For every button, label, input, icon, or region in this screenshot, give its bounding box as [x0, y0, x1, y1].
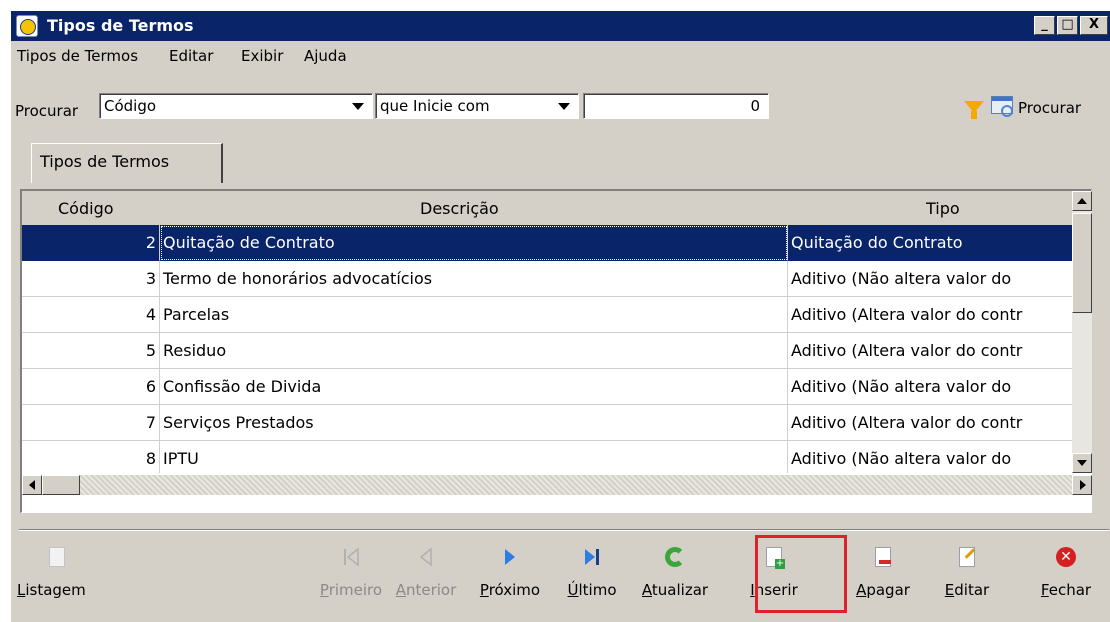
cell-tipo: Aditivo (Não altera valor do: [788, 369, 1072, 405]
cell-tipo: Aditivo (Altera valor do contr: [788, 333, 1072, 369]
cell-descricao: Residuo: [160, 333, 788, 369]
search-query-input[interactable]: 0: [583, 93, 769, 119]
atualizar-button[interactable]: Atualizar: [631, 537, 719, 611]
app-icon: [16, 15, 38, 37]
cell-descricao: Confissão de Divida: [160, 369, 788, 405]
editar-label: Editar: [944, 581, 990, 599]
minimize-button[interactable]: _: [1034, 16, 1055, 35]
column-header-descricao[interactable]: Descrição: [420, 199, 499, 218]
cell-descricao: IPTU: [160, 441, 788, 473]
cell-tipo: Aditivo (Não altera valor do: [788, 441, 1072, 473]
cell-descricao: Parcelas: [160, 297, 788, 333]
fechar-button[interactable]: ✕ Fechar: [1031, 537, 1101, 611]
skip-last-icon: [582, 547, 602, 567]
apagar-button[interactable]: Apagar: [849, 537, 917, 611]
table-row[interactable]: 4 Parcelas Aditivo (Altera valor do contr: [22, 297, 1072, 333]
grid-header: Código Descrição Tipo: [22, 191, 1072, 225]
cell-tipo: Aditivo (Não altera valor do: [788, 261, 1072, 297]
funnel-icon[interactable]: [964, 101, 984, 119]
next-icon: [500, 547, 520, 567]
search-field-value: Código: [104, 97, 157, 115]
ultimo-label: Último: [567, 581, 617, 599]
search-window-icon: [991, 96, 1013, 117]
menu-ajuda[interactable]: Ajuda: [304, 47, 347, 65]
chevron-down-icon: [558, 103, 570, 110]
vertical-scrollbar[interactable]: [1072, 191, 1092, 473]
atualizar-label: Atualizar: [641, 581, 709, 599]
refresh-icon: [665, 547, 685, 567]
menu-tipos-de-termos[interactable]: Tipos de Termos: [17, 47, 138, 65]
table-row[interactable]: 6 Confissão de Divida Aditivo (Não altera …: [22, 369, 1072, 405]
tab-tipos-de-termos[interactable]: Tipos de Termos: [31, 143, 223, 183]
column-header-codigo[interactable]: Código: [58, 199, 114, 218]
bottom-toolbar: Listagem Primeiro Anterior Próximo Últim…: [11, 535, 1110, 615]
ultimo-button[interactable]: Último: [559, 537, 625, 611]
listagem-label: Listagem: [17, 581, 86, 599]
cell-codigo: 8: [22, 441, 160, 473]
toolbar-divider: [19, 529, 1109, 531]
search-button[interactable]: Procurar: [991, 93, 1101, 119]
proximo-button[interactable]: Próximo: [471, 537, 549, 611]
cell-descricao: Termo de honorários advocatícios: [160, 261, 788, 297]
cell-codigo: 5: [22, 333, 160, 369]
menu-exibir[interactable]: Exibir: [241, 47, 283, 65]
scroll-right-button[interactable]: [1072, 475, 1092, 495]
close-window-button[interactable]: X: [1080, 16, 1108, 35]
table-row[interactable]: 3 Termo de honorários advocatícios Aditivo…: [22, 261, 1072, 297]
delete-document-icon: [875, 547, 891, 567]
menu-editar[interactable]: Editar: [169, 47, 213, 65]
table-row[interactable]: 2 Quitação de Contrato Quitação do Contrat…: [22, 225, 1072, 261]
listagem-button[interactable]: Listagem: [11, 537, 103, 611]
inserir-highlight: [755, 535, 847, 613]
primeiro-label: Primeiro: [319, 581, 383, 599]
anterior-button[interactable]: Anterior: [388, 537, 464, 611]
skip-first-icon: [341, 547, 361, 567]
table-row[interactable]: 7 Serviços Prestados Aditivo (Altera valor…: [22, 405, 1072, 441]
report-icon: [49, 547, 65, 567]
data-grid: Código Descrição Tipo 2 Quitação de Contr…: [20, 189, 1092, 513]
fechar-label: Fechar: [1040, 581, 1092, 599]
search-button-label: Procurar: [1018, 99, 1082, 117]
cell-codigo: 2: [22, 225, 160, 261]
proximo-label: Próximo: [479, 581, 541, 599]
title-bar: Tipos de Termos _ □ X: [11, 11, 1110, 41]
chevron-down-icon: [352, 103, 364, 110]
search-label: Procurar: [15, 102, 79, 120]
previous-icon: [416, 547, 436, 567]
cell-descricao: Serviços Prestados: [160, 405, 788, 441]
scroll-down-button[interactable]: [1072, 453, 1092, 473]
cell-codigo: 3: [22, 261, 160, 297]
horizontal-scrollbar[interactable]: [22, 475, 1092, 495]
primeiro-button[interactable]: Primeiro: [316, 537, 386, 611]
table-row[interactable]: 8 IPTU Aditivo (Não altera valor do: [22, 441, 1072, 473]
window-title: Tipos de Termos: [47, 16, 194, 35]
cell-tipo: Aditivo (Altera valor do contr: [788, 405, 1072, 441]
horizontal-scroll-thumb[interactable]: [42, 475, 80, 495]
table-row[interactable]: 5 Residuo Aditivo (Altera valor do contr: [22, 333, 1072, 369]
cell-codigo: 6: [22, 369, 160, 405]
app-window: Tipos de Termos _ □ X Tipos de Termos Ed…: [10, 10, 1110, 622]
vertical-scroll-thumb[interactable]: [1072, 213, 1092, 313]
anterior-label: Anterior: [395, 581, 457, 599]
scroll-left-button[interactable]: [22, 475, 42, 495]
cell-codigo: 4: [22, 297, 160, 333]
menu-bar: Tipos de Termos Editar Exibir Ajuda: [11, 42, 1110, 69]
search-operator-select[interactable]: que Inicie com: [375, 93, 579, 119]
search-field-select[interactable]: Código: [99, 93, 373, 119]
maximize-button[interactable]: □: [1057, 16, 1078, 35]
edit-document-icon: [959, 547, 976, 567]
grid-body: Código Descrição Tipo 2 Quitação de Contr…: [22, 191, 1072, 473]
scroll-up-button[interactable]: [1072, 191, 1092, 211]
cell-tipo: Aditivo (Altera valor do contr: [788, 297, 1072, 333]
cell-codigo: 7: [22, 405, 160, 441]
column-header-tipo[interactable]: Tipo: [926, 199, 960, 218]
apagar-label: Apagar: [856, 581, 910, 599]
cell-tipo: Quitação do Contrato: [788, 225, 1072, 261]
editar-button[interactable]: Editar: [937, 537, 997, 611]
search-operator-value: que Inicie com: [380, 97, 490, 115]
cell-descricao: Quitação de Contrato: [160, 225, 788, 261]
close-icon: ✕: [1056, 547, 1076, 567]
